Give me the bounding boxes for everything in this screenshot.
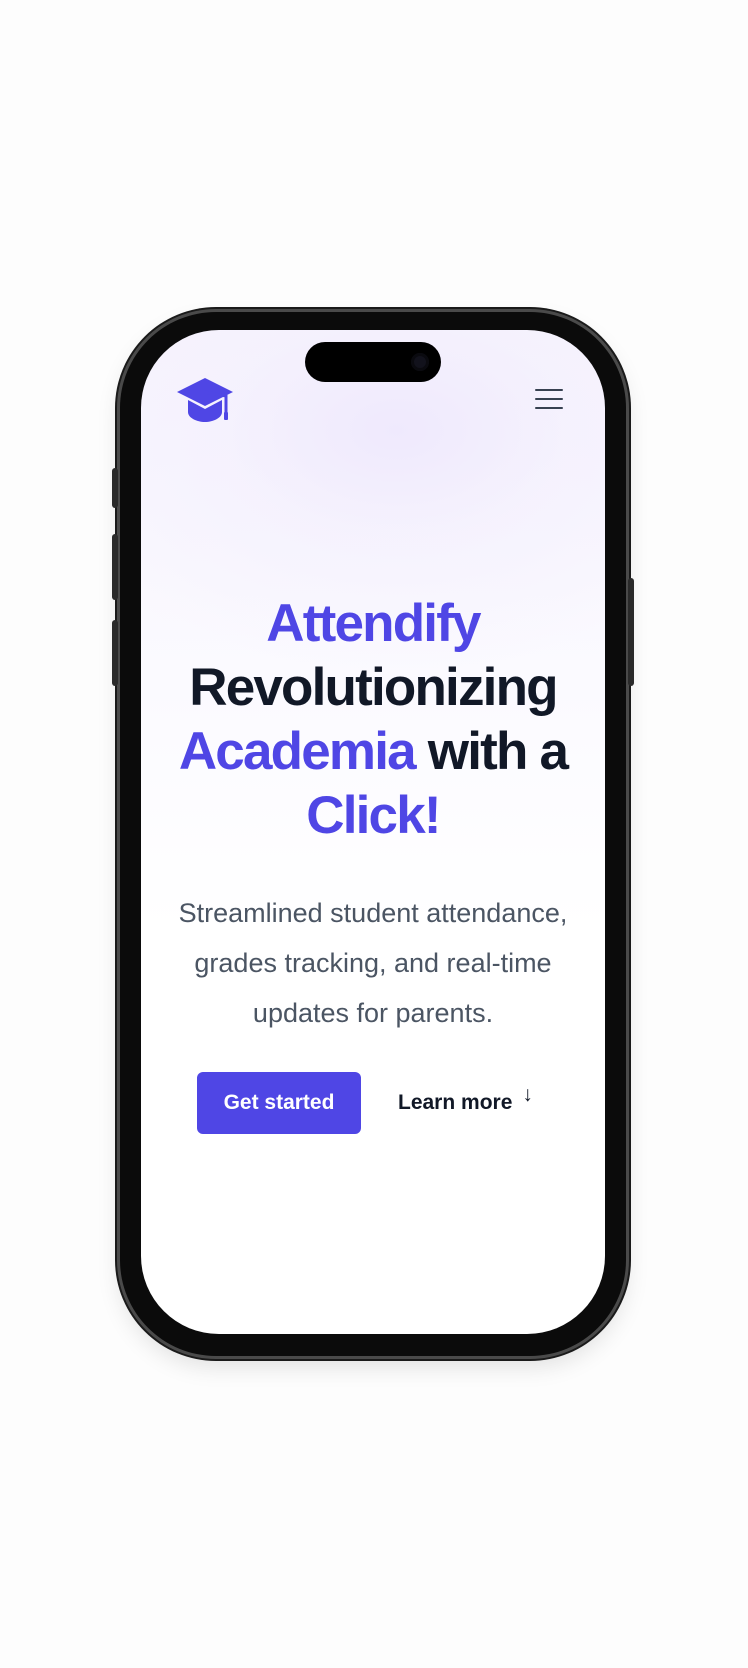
phone-volume-up-button: [112, 534, 118, 600]
learn-more-link[interactable]: Learn more ↓: [398, 1072, 533, 1134]
hero-section: Attendify Revolutionizing Academia with …: [141, 592, 605, 1038]
front-camera-icon: [411, 353, 429, 371]
hero-subtitle: Streamlined student attendance, grades t…: [178, 898, 568, 1028]
hero-title: Attendify Revolutionizing Academia with …: [141, 592, 605, 848]
brand-name: Attendify: [266, 594, 481, 653]
phone-action-button: [112, 468, 118, 508]
phone-power-button: [628, 578, 634, 686]
graduation-cap-icon[interactable]: [175, 376, 235, 424]
title-accent-academia: Academia: [178, 722, 417, 781]
title-accent-click: Click!: [306, 786, 441, 845]
menu-bar-bottom: [535, 407, 563, 409]
phone-volume-down-button: [112, 620, 118, 686]
page-canvas: Attendify Revolutionizing Academia with …: [0, 0, 748, 1668]
dynamic-island: [305, 342, 441, 382]
learn-more-label: Learn more: [398, 1091, 513, 1114]
get-started-button[interactable]: Get started: [197, 1072, 361, 1134]
phone-screen: Attendify Revolutionizing Academia with …: [141, 330, 605, 1334]
hamburger-menu-icon[interactable]: [533, 386, 565, 412]
phone-frame: Attendify Revolutionizing Academia with …: [112, 312, 634, 1356]
logo-svg: [177, 378, 233, 422]
title-line-3-rest: with a: [414, 722, 569, 781]
arrow-down-icon: ↓: [522, 1083, 533, 1106]
title-line-2: Revolutionizing: [189, 658, 558, 717]
menu-bar-middle: [535, 398, 563, 400]
menu-bar-top: [535, 389, 563, 391]
